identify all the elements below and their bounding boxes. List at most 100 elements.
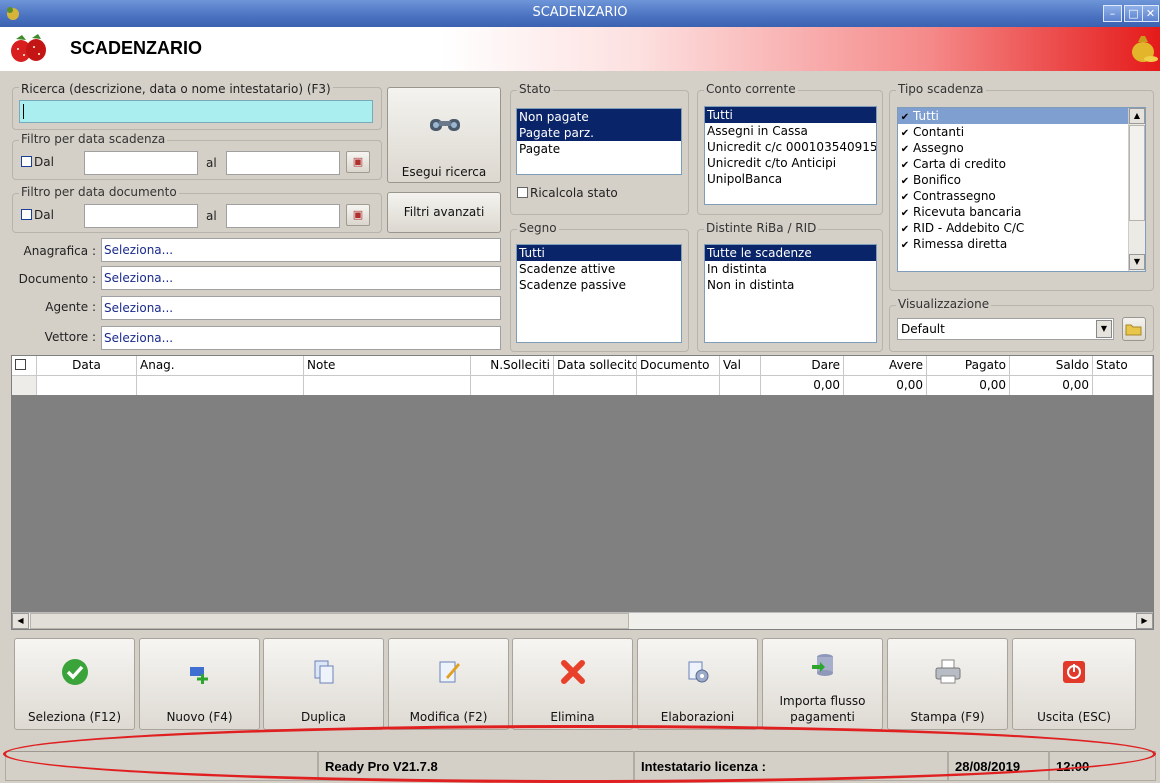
list-item[interactable]: ✔ Bonifico — [898, 172, 1145, 188]
checkbox[interactable] — [21, 209, 32, 220]
grid-hscrollbar[interactable]: ◀ ▶ — [12, 612, 1153, 629]
visualizzazione-select[interactable]: Default ▼ — [897, 318, 1114, 340]
segno-legend: Segno — [517, 221, 559, 235]
ricalcola-label: Ricalcola stato — [530, 186, 618, 200]
tipo-list: ✔ Tutti ✔ Contanti ✔ Assegno ✔ Carta di cred… — [897, 107, 1146, 272]
nuovo-button[interactable]: Nuovo (F4) — [139, 638, 260, 730]
list-item[interactable]: Pagate parz. — [517, 125, 681, 141]
list-item[interactable]: ✔ Assegno — [898, 140, 1145, 156]
title-bar: SCADENZARIO – □ ✕ — [0, 0, 1160, 27]
chevron-down-icon[interactable]: ▼ — [1096, 320, 1112, 338]
tipo-label: Rimessa diretta — [913, 237, 1008, 251]
documento-to-label: al — [206, 209, 217, 223]
list-item[interactable]: Tutti — [705, 107, 876, 123]
list-item[interactable]: ✔ Tutti — [898, 108, 1128, 124]
col-stato[interactable]: Stato — [1093, 356, 1153, 376]
minimize-icon[interactable]: – — [1103, 5, 1122, 22]
list-item[interactable]: Scadenze attive — [517, 261, 681, 277]
delete-icon — [513, 657, 632, 691]
list-item[interactable]: Scadenze passive — [517, 277, 681, 293]
list-item[interactable]: UnipolBanca — [705, 171, 876, 187]
col-saldo[interactable]: Saldo — [1010, 356, 1093, 376]
documento-from-field[interactable] — [84, 204, 198, 228]
col-pagato[interactable]: Pagato — [927, 356, 1010, 376]
col-note[interactable]: Note — [304, 356, 471, 376]
run-search-button[interactable]: Esegui ricerca — [387, 87, 501, 183]
tipo-legend: Tipo scadenza — [896, 82, 986, 96]
list-item[interactable]: ✔ Rimessa diretta — [898, 236, 1145, 252]
filter-documento-from[interactable]: Dal — [21, 208, 54, 222]
tipo-scrollbar[interactable]: ▲ ▼ — [1128, 108, 1145, 271]
scadenza-to-field[interactable] — [226, 151, 340, 175]
scroll-up-icon[interactable]: ▲ — [1129, 108, 1145, 124]
col-dare[interactable]: Dare — [761, 356, 844, 376]
list-item[interactable]: In distinta — [705, 261, 876, 277]
maximize-icon[interactable]: □ — [1124, 5, 1143, 22]
scroll-thumb[interactable] — [1129, 125, 1145, 221]
elaborazioni-button[interactable]: Elaborazioni — [637, 638, 758, 730]
folder-button[interactable] — [1122, 317, 1146, 341]
close-icon[interactable]: ✕ — [1142, 5, 1159, 22]
uscita-label: Uscita (ESC) — [1037, 710, 1111, 724]
scadenza-from-field[interactable] — [84, 151, 198, 175]
checkbox[interactable] — [517, 187, 528, 198]
list-item[interactable]: ✔ Contrassegno — [898, 188, 1145, 204]
col-avere[interactable]: Avere — [844, 356, 927, 376]
check-mark[interactable]: ✔ — [900, 238, 910, 254]
table-cell — [471, 376, 554, 395]
col-solleciti[interactable]: N.Solleciti — [471, 356, 554, 376]
filter-scadenza-legend: Filtro per data scadenza — [19, 132, 168, 146]
vettore-field[interactable]: Seleziona... — [101, 326, 501, 350]
conto-legend: Conto corrente — [704, 82, 798, 96]
calendar-icon[interactable]: ▣ — [346, 151, 370, 173]
totals-row — [12, 376, 37, 395]
folder-icon — [1125, 324, 1142, 336]
list-item[interactable]: Tutti — [517, 245, 681, 261]
seleziona-button[interactable]: Seleziona (F12) — [14, 638, 135, 730]
checkbox[interactable] — [15, 359, 26, 370]
col-documento[interactable]: Documento — [637, 356, 720, 376]
list-item[interactable]: ✔ Carta di credito — [898, 156, 1145, 172]
scroll-right-icon[interactable]: ▶ — [1136, 613, 1153, 629]
list-item[interactable]: Non in distinta — [705, 277, 876, 293]
table-cell — [637, 376, 720, 395]
stampa-button[interactable]: Stampa (F9) — [887, 638, 1008, 730]
col-data-sollecito[interactable]: Data sollecito — [554, 356, 637, 376]
documento-to-field[interactable] — [226, 204, 340, 228]
scroll-left-icon[interactable]: ◀ — [12, 613, 29, 629]
select-all-header[interactable] — [12, 356, 37, 376]
importa-button[interactable]: Importa flusso pagamenti — [762, 638, 883, 730]
list-item[interactable]: Non pagate — [517, 109, 681, 125]
col-data[interactable]: Data — [37, 356, 137, 376]
checkbox[interactable] — [21, 156, 32, 167]
col-val[interactable]: Val — [720, 356, 761, 376]
calendar-icon[interactable]: ▣ — [346, 204, 370, 226]
tipo-label: Contanti — [913, 125, 965, 139]
advanced-filters-button[interactable]: Filtri avanzati — [387, 192, 501, 233]
list-item[interactable]: ✔ RID - Addebito C/C — [898, 220, 1145, 236]
list-item[interactable]: Unicredit c/to Anticipi — [705, 155, 876, 171]
agente-field[interactable]: Seleziona... — [101, 296, 501, 320]
list-item[interactable]: Tutte le scadenze — [705, 245, 876, 261]
anagrafica-field[interactable]: Seleziona... — [101, 238, 501, 262]
search-label: Ricerca (descrizione, data o nome intest… — [19, 82, 333, 96]
duplica-button[interactable]: Duplica — [263, 638, 384, 730]
documento-field[interactable]: Seleziona... — [101, 266, 501, 290]
uscita-button[interactable]: Uscita (ESC) — [1012, 638, 1136, 730]
list-item[interactable]: Assegni in Cassa — [705, 123, 876, 139]
tipo-label: Contrassegno — [913, 189, 996, 203]
ricalcola-checkbox[interactable]: Ricalcola stato — [517, 186, 618, 200]
col-anag[interactable]: Anag. — [137, 356, 304, 376]
list-item[interactable]: ✔ Ricevuta bancaria — [898, 204, 1145, 220]
scroll-thumb[interactable] — [30, 613, 629, 629]
modifica-button[interactable]: Modifica (F2) — [388, 638, 509, 730]
vettore-label: Vettore : — [44, 330, 96, 344]
list-item[interactable]: ✔ Contanti — [898, 124, 1145, 140]
filter-scadenza-from[interactable]: Dal — [21, 155, 54, 169]
tipo-label: Carta di credito — [913, 157, 1006, 171]
elimina-button[interactable]: Elimina — [512, 638, 633, 730]
list-item[interactable]: Pagate — [517, 141, 681, 157]
list-item[interactable]: Unicredit c/c 000103540915 — [705, 139, 876, 155]
scroll-down-icon[interactable]: ▼ — [1129, 254, 1145, 270]
search-input[interactable] — [19, 100, 373, 123]
